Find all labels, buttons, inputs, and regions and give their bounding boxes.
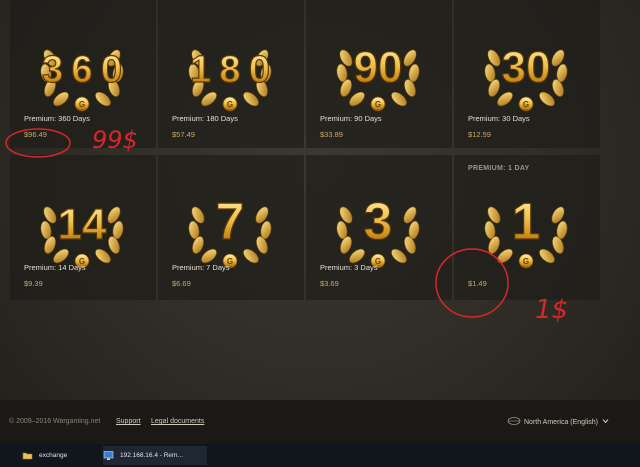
card-title: Premium: 14 Days (24, 263, 86, 272)
region-label: North America (English) (524, 419, 598, 426)
premium-shop-grid: 360 Premium: 360 Days $96.49 180 Premium: 18… (10, 0, 602, 300)
card-price: $96.49 (24, 130, 47, 139)
card-title: Premium: 3 Days (320, 263, 378, 272)
windows-taskbar: exchange 192.168.16.4 - Rem... (0, 444, 640, 467)
premium-medal-icon: 30 (476, 42, 576, 118)
premium-medal-icon: 360 (32, 18, 132, 118)
globe-icon (507, 417, 521, 425)
remote-desktop-icon (103, 451, 114, 460)
premium-card-180[interactable]: 180 Premium: 180 Days $57.49 (158, 0, 304, 148)
taskbar-item-remote-desktop[interactable]: 192.168.16.4 - Rem... (103, 446, 207, 465)
premium-card-30[interactable]: 30 Premium: 30 Days $12.59 (454, 0, 600, 148)
premium-card-90[interactable]: 90 Premium: 90 Days $33.89 (306, 0, 452, 148)
medal-number: 360 (42, 49, 122, 91)
premium-medal-icon: 7 (180, 192, 280, 275)
medal-number: 180 (190, 49, 270, 91)
card-title: Premium: 30 Days (468, 114, 530, 123)
premium-card-360[interactable]: 360 Premium: 360 Days $96.49 (10, 0, 156, 148)
chevron-down-icon (602, 419, 609, 424)
premium-card-7[interactable]: 7 Premium: 7 Days $6.69 (158, 155, 304, 300)
medal-number: 14 (58, 200, 107, 249)
taskbar-item-label: exchange (39, 452, 68, 459)
premium-medal-icon: 1 (476, 192, 576, 275)
card-price: $12.59 (468, 130, 491, 139)
premium-shop-page: 360 Premium: 360 Days $96.49 180 Premium: 18… (0, 0, 640, 467)
premium-card-1[interactable]: 1 PREMIUM: 1 DAY $1.49 (454, 155, 600, 300)
taskbar-item-exchange[interactable]: exchange (22, 446, 98, 465)
medal-number: 30 (502, 43, 551, 92)
card-title: Premium: 90 Days (320, 114, 382, 123)
card-title: Premium: 180 Days (172, 114, 238, 123)
medal-number: 90 (354, 43, 403, 92)
card-title: Premium: 360 Days (24, 114, 90, 123)
region-selector[interactable]: North America (English) (507, 417, 609, 426)
folder-icon (22, 452, 33, 460)
card-price: $33.89 (320, 130, 343, 139)
taskbar-item-label: 192.168.16.4 - Rem... (120, 452, 183, 459)
legal-documents-link[interactable]: Legal documents (151, 418, 204, 425)
premium-card-3[interactable]: 3 Premium: 3 Days $3.69 (306, 155, 452, 300)
card-price: $1.49 (468, 279, 487, 288)
medal-number: 1 (512, 193, 541, 251)
medal-number: 3 (364, 193, 393, 251)
copyright-text: © 2009–2016 Wargaming.net (9, 418, 101, 425)
card-price: $6.69 (172, 279, 191, 288)
medal-number: 7 (216, 193, 245, 251)
premium-medal-icon: 180 (180, 18, 280, 118)
premium-medal-icon: 14 (32, 199, 132, 275)
card-price: $57.49 (172, 130, 195, 139)
support-link[interactable]: Support (116, 418, 141, 425)
premium-medal-icon: 90 (328, 42, 428, 118)
premium-medal-icon: 3 (328, 192, 428, 275)
card-title: Premium: 7 Days (172, 263, 230, 272)
card-price: $3.69 (320, 279, 339, 288)
site-footer: © 2009–2016 Wargaming.net Support Legal … (0, 400, 640, 444)
card-price: $9.39 (24, 279, 43, 288)
card-header: PREMIUM: 1 DAY (468, 165, 530, 172)
premium-card-14[interactable]: 14 Premium: 14 Days $9.39 (10, 155, 156, 300)
